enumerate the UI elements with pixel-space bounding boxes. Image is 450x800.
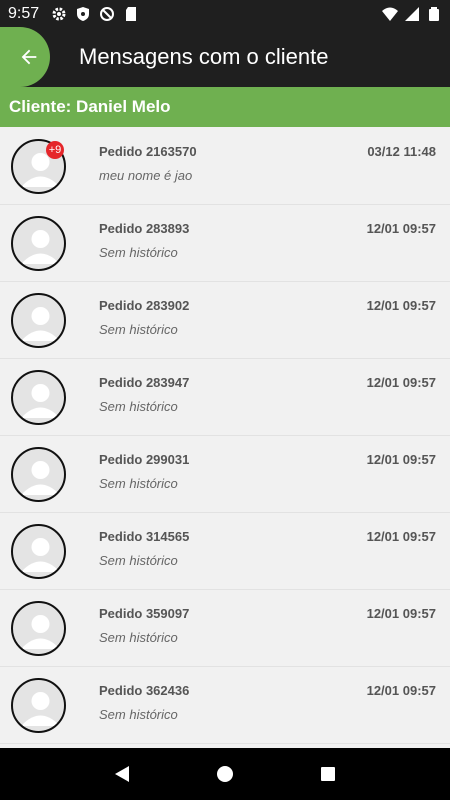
order-number: Pedido 359097 <box>99 606 190 621</box>
list-item[interactable]: +9 Pedido 2163570 03/12 11:48 meu nome é… <box>0 128 450 205</box>
message-date: 12/01 09:57 <box>366 221 436 236</box>
message-date: 12/01 09:57 <box>366 606 436 621</box>
message-snippet: Sem histórico <box>99 322 178 337</box>
gear-icon <box>52 7 66 20</box>
arrow-left-icon <box>21 49 37 65</box>
person-icon <box>23 307 58 341</box>
status-icons-left <box>51 6 139 22</box>
order-number: Pedido 314565 <box>99 529 190 544</box>
order-number: Pedido 362436 <box>99 683 190 698</box>
avatar <box>11 601 66 656</box>
message-snippet: Sem histórico <box>99 553 178 568</box>
order-number: Pedido 2163570 <box>99 144 197 159</box>
message-date: 12/01 09:57 <box>366 298 436 313</box>
person-icon <box>23 692 58 726</box>
avatar <box>11 216 66 271</box>
order-number: Pedido 283902 <box>99 298 190 313</box>
person-icon <box>23 538 58 572</box>
order-number: Pedido 283893 <box>99 221 190 236</box>
list-item[interactable]: Pedido 359097 12/01 09:57 Sem histórico <box>0 590 450 667</box>
unread-badge: +9 <box>46 141 64 159</box>
back-button[interactable] <box>0 27 50 87</box>
system-nav-bar <box>0 748 450 800</box>
client-header: Cliente: Daniel Melo <box>0 87 450 127</box>
recents-square-icon <box>321 767 336 781</box>
back-triangle-icon <box>114 766 129 782</box>
blocked-icon <box>100 6 115 21</box>
message-snippet: Sem histórico <box>99 630 178 645</box>
sd-card-icon <box>126 6 137 21</box>
list-item[interactable]: Pedido 283893 12/01 09:57 Sem histórico <box>0 205 450 282</box>
avatar <box>11 524 66 579</box>
app-bar: Mensagens com o cliente <box>0 27 450 87</box>
message-snippet: Sem histórico <box>99 245 178 260</box>
avatar <box>11 370 66 425</box>
message-date: 12/01 09:57 <box>366 452 436 467</box>
message-snippet: Sem histórico <box>99 399 178 414</box>
person-icon <box>23 384 58 418</box>
message-date: 12/01 09:57 <box>366 375 436 390</box>
nav-home-button[interactable] <box>205 754 245 794</box>
page-title: Mensagens com o cliente <box>79 44 329 69</box>
shield-icon <box>77 6 90 21</box>
list-item[interactable]: Pedido 283902 12/01 09:57 Sem histórico <box>0 282 450 359</box>
wifi-icon <box>382 7 398 21</box>
home-circle-icon <box>216 766 233 782</box>
nav-back-button[interactable] <box>102 754 142 794</box>
list-item[interactable]: Pedido 283947 12/01 09:57 Sem histórico <box>0 359 450 436</box>
signal-icon <box>405 6 419 21</box>
person-icon <box>23 230 58 264</box>
avatar <box>11 293 66 348</box>
list-item[interactable]: Pedido 299031 12/01 09:57 Sem histórico <box>0 436 450 513</box>
message-snippet: meu nome é jao <box>99 168 193 183</box>
avatar <box>11 678 66 733</box>
message-date: 12/01 09:57 <box>366 529 436 544</box>
list-item[interactable]: Pedido 314565 12/01 09:57 Sem histórico <box>0 513 450 590</box>
person-icon <box>23 615 58 649</box>
status-bar: 9:57 <box>0 0 450 27</box>
message-list: +9 Pedido 2163570 03/12 11:48 meu nome é… <box>0 128 450 748</box>
avatar <box>11 447 66 502</box>
list-item[interactable]: Pedido 362436 12/01 09:57 Sem histórico <box>0 667 450 744</box>
status-icons-right <box>382 6 442 22</box>
battery-icon <box>429 6 439 21</box>
order-number: Pedido 283947 <box>99 375 190 390</box>
message-date: 03/12 11:48 <box>367 144 436 159</box>
order-number: Pedido 299031 <box>99 452 190 467</box>
message-date: 12/01 09:57 <box>366 683 436 698</box>
person-icon <box>23 461 58 495</box>
message-snippet: Sem histórico <box>99 707 178 722</box>
status-time: 9:57 <box>8 4 40 22</box>
message-snippet: Sem histórico <box>99 476 178 491</box>
nav-recents-button[interactable] <box>308 754 348 794</box>
